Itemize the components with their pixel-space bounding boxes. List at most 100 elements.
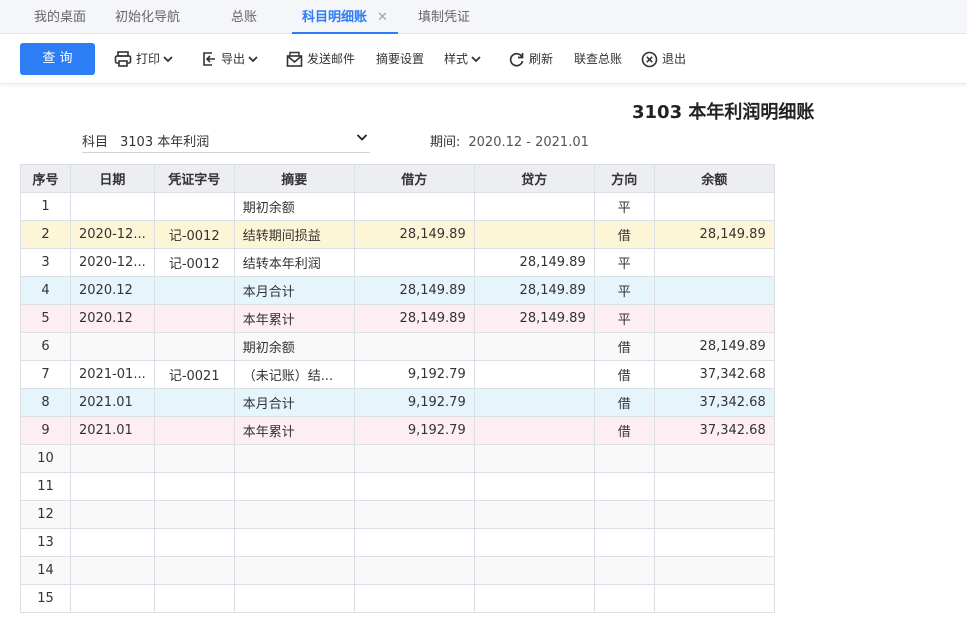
- ledger-table-body: 1 期初余额平 2 2020-12... 记-0012 结转期间损益 28,149.89 借 2…: [20, 192, 775, 613]
- column-header-credit[interactable]: 贷方: [473, 164, 595, 193]
- export-label: 导出: [221, 52, 246, 66]
- export-button[interactable]: 导出: [201, 48, 262, 70]
- cell-summary: [233, 528, 355, 557]
- cell-credit: 28,149.89: [473, 276, 595, 305]
- cell-voucher: [153, 472, 235, 501]
- cell-direction: 借: [593, 388, 655, 417]
- column-header-date[interactable]: 日期: [70, 164, 155, 193]
- cell-summary: 期初余额: [233, 192, 355, 221]
- table-row[interactable]: 10: [20, 444, 775, 473]
- cell-no: 6: [20, 332, 71, 361]
- table-row[interactable]: 1 期初余额 平: [20, 192, 775, 221]
- table-row[interactable]: 7 2021-01... 记-0021 （未记账）结... 9,192.79 借 37,34…: [20, 360, 775, 389]
- cell-direction: [593, 472, 655, 501]
- cell-balance: 28,149.89: [653, 220, 775, 249]
- refresh-button[interactable]: 刷新: [508, 48, 553, 70]
- mail-icon: [286, 51, 303, 67]
- column-header-balance[interactable]: 余额: [653, 164, 775, 193]
- table-row[interactable]: 6 期初余额 借 28,149.89: [20, 332, 775, 361]
- tab-general-ledger[interactable]: 总账: [231, 0, 257, 34]
- exit-button[interactable]: 退出: [641, 48, 686, 70]
- tab-subject-detail-ledger[interactable]: 科目明细账 ✕: [292, 0, 398, 34]
- cell-date: [70, 528, 155, 557]
- cell-no: 15: [20, 584, 71, 613]
- close-icon[interactable]: ✕: [377, 0, 388, 36]
- tab-my-desktop[interactable]: 我的桌面: [34, 0, 86, 34]
- export-icon: [203, 52, 215, 66]
- link-general-ledger-label: 联查总账: [574, 52, 623, 66]
- table-row[interactable]: 15: [20, 584, 775, 613]
- cell-voucher: [153, 500, 235, 529]
- cell-credit: [473, 192, 595, 221]
- cell-balance: [653, 304, 775, 333]
- summary-settings-button[interactable]: 摘要设置: [376, 48, 424, 70]
- column-header-debit[interactable]: 借方: [353, 164, 475, 193]
- cell-date: [70, 556, 155, 585]
- cell-debit: [353, 444, 475, 473]
- chevron-down-icon: [163, 56, 173, 63]
- subject-select[interactable]: 科目 3103 本年利润: [82, 127, 370, 153]
- table-row[interactable]: 8 2021.01 本月合计 9,192.79 借 37,342.68: [20, 388, 775, 417]
- tab-label: 总账: [231, 10, 258, 25]
- cell-voucher: [153, 276, 235, 305]
- cell-balance: [653, 248, 775, 277]
- cell-debit: 9,192.79: [353, 416, 475, 445]
- cell-credit: [473, 332, 595, 361]
- table-row[interactable]: 3 2020-12... 记-0012 结转本年利润 28,149.89 平: [20, 248, 775, 277]
- table-row[interactable]: 9 2021.01 本年累计 9,192.79 借 37,342.68: [20, 416, 775, 445]
- cell-credit: [473, 528, 595, 557]
- link-general-ledger-button[interactable]: 联查总账: [574, 48, 622, 70]
- cell-debit: 28,149.89: [353, 304, 475, 333]
- cell-voucher: [153, 332, 235, 361]
- cell-direction: [593, 444, 655, 473]
- cell-direction: [593, 556, 655, 585]
- subject-value: 3103 本年利润: [120, 135, 210, 150]
- cell-voucher[interactable]: 记-0012: [153, 220, 235, 249]
- cell-summary: 期初余额: [233, 332, 355, 361]
- cell-summary: 结转本年利润: [233, 248, 355, 277]
- table-row[interactable]: 2 2020-12... 记-0012 结转期间损益 28,149.89 借 28,149.…: [20, 220, 775, 249]
- cell-voucher: [153, 304, 235, 333]
- tab-fill-voucher[interactable]: 填制凭证: [418, 0, 470, 34]
- table-row[interactable]: 13: [20, 528, 775, 557]
- cell-voucher[interactable]: 记-0012: [153, 248, 235, 277]
- chevron-down-icon: [471, 56, 481, 63]
- cell-debit: [353, 528, 475, 557]
- cell-direction: 借: [593, 220, 655, 249]
- cell-voucher: [153, 388, 235, 417]
- style-button[interactable]: 样式: [444, 48, 485, 70]
- cell-balance: [653, 584, 775, 613]
- cell-debit: [353, 248, 475, 277]
- cell-summary: （未记账）结...: [233, 360, 355, 389]
- cell-date: 2021-01...: [70, 360, 155, 389]
- period-value: 2020.12 - 2021.01: [468, 135, 589, 150]
- cell-credit: [473, 584, 595, 613]
- table-header-row: 序号 日期 凭证字号 摘要 借方 贷方 方向 余额: [20, 164, 775, 193]
- printer-icon: [114, 51, 132, 67]
- cell-date: [70, 444, 155, 473]
- table-row[interactable]: 12: [20, 500, 775, 529]
- cell-no: 14: [20, 556, 71, 585]
- table-row[interactable]: 11: [20, 472, 775, 501]
- cell-direction: 平: [593, 248, 655, 277]
- cell-direction: [593, 500, 655, 529]
- print-button[interactable]: 打印: [114, 48, 177, 70]
- table-row[interactable]: 4 2020.12 本月合计 28,149.89 28,149.89 平: [20, 276, 775, 305]
- cell-voucher[interactable]: 记-0021: [153, 360, 235, 389]
- query-button[interactable]: 查 询: [20, 43, 95, 75]
- column-header-direction[interactable]: 方向: [593, 164, 655, 193]
- send-email-button[interactable]: 发送邮件: [286, 48, 355, 70]
- cell-no: 9: [20, 416, 71, 445]
- tab-init-guide[interactable]: 初始化导航: [115, 0, 180, 34]
- column-header-no[interactable]: 序号: [20, 164, 71, 193]
- column-header-voucher[interactable]: 凭证字号: [153, 164, 235, 193]
- cell-voucher: [153, 556, 235, 585]
- cell-credit: [473, 472, 595, 501]
- cell-direction: 平: [593, 192, 655, 221]
- table-row[interactable]: 14: [20, 556, 775, 585]
- cell-balance: [653, 276, 775, 305]
- tab-bar: 我的桌面 初始化导航 总账 科目明细账 ✕ 填制凭证: [0, 0, 967, 34]
- table-row[interactable]: 5 2020.12 本年累计 28,149.89 28,149.89 平: [20, 304, 775, 333]
- cell-credit: [473, 444, 595, 473]
- column-header-summary[interactable]: 摘要: [233, 164, 355, 193]
